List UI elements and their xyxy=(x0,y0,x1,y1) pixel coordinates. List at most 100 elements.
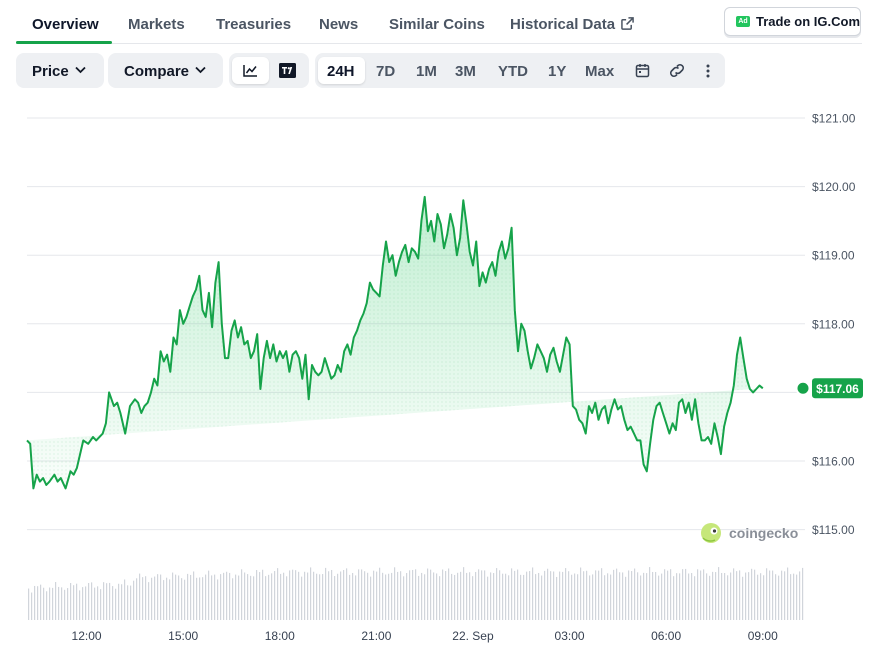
volume-bar xyxy=(325,567,327,620)
volume-bar xyxy=(310,567,312,620)
volume-bar xyxy=(307,572,309,620)
y-tick-label: $115.00 xyxy=(812,523,855,537)
calendar-icon[interactable] xyxy=(635,63,650,78)
volume-bar xyxy=(622,572,624,620)
volume-bar xyxy=(52,587,54,620)
current-price-badge xyxy=(812,378,863,399)
range-1y-button[interactable]: 1Y xyxy=(548,63,566,80)
volume-bar xyxy=(775,574,777,620)
volume-bar xyxy=(601,568,603,620)
volume-bar xyxy=(679,573,681,620)
tab-historical-data-label: Historical Data xyxy=(510,16,616,33)
volume-bar xyxy=(382,572,384,620)
tab-similar-coins[interactable]: Similar Coins xyxy=(389,16,485,33)
chevron-down-icon xyxy=(195,66,206,74)
chart-type-toggle xyxy=(229,53,309,88)
range-max-button[interactable]: Max xyxy=(585,63,614,80)
volume-bar xyxy=(433,572,435,620)
volume-bar xyxy=(574,573,576,620)
volume-bar xyxy=(64,589,66,620)
price-area-texture xyxy=(27,196,763,489)
volume-bar xyxy=(28,588,30,620)
compare-dropdown[interactable]: Compare xyxy=(108,53,223,88)
tab-markets[interactable]: Markets xyxy=(128,16,185,33)
range-3m-button[interactable]: 3M xyxy=(455,63,476,80)
volume-bar xyxy=(787,567,789,620)
volume-bar xyxy=(178,575,180,620)
volume-bar xyxy=(34,585,36,620)
volume-bar xyxy=(769,570,771,620)
volume-bar xyxy=(253,576,255,620)
tradingview-button[interactable] xyxy=(271,57,306,84)
volume-bar xyxy=(448,568,450,620)
volume-bar xyxy=(637,572,639,620)
range-1m-button[interactable]: 1M xyxy=(416,63,437,80)
range-24h-button[interactable]: 24H xyxy=(327,63,355,80)
tab-historical-data[interactable]: Historical Data xyxy=(510,16,634,33)
volume-bar xyxy=(733,568,735,620)
volume-bar xyxy=(442,569,444,620)
trade-on-ig-button[interactable]: Ad Trade on IG.Com xyxy=(724,7,861,36)
volume-bar xyxy=(517,569,519,620)
price-dropdown[interactable]: Price xyxy=(16,53,104,88)
volume-bar xyxy=(598,570,600,620)
volume-bar xyxy=(589,575,591,620)
price-chart[interactable]: $121.00 $120.00 $119.00 $118.00 $117.00 $116.… xyxy=(0,0,873,647)
volume-bar xyxy=(799,571,801,620)
volume-bar xyxy=(292,569,294,620)
volume-bar xyxy=(481,570,483,620)
volume-bar xyxy=(217,579,219,620)
volume-bar xyxy=(205,574,207,620)
volume-bar xyxy=(721,572,723,620)
line-chart-icon xyxy=(243,65,257,77)
volume-bar xyxy=(496,568,498,620)
volume-bar xyxy=(277,568,279,620)
more-vertical-icon[interactable] xyxy=(706,64,710,78)
range-ytd-button[interactable]: YTD xyxy=(498,63,528,80)
active-tab-indicator xyxy=(16,41,112,44)
volume-bar xyxy=(388,573,390,620)
volume-bar xyxy=(430,569,432,620)
tab-treasuries[interactable]: Treasuries xyxy=(216,16,291,33)
volume-bar xyxy=(67,588,69,620)
volume-bar xyxy=(82,587,84,620)
volume-bar xyxy=(424,574,426,620)
current-price-label: $117.06 xyxy=(816,382,859,396)
y-tick-label: $119.00 xyxy=(812,249,855,263)
volume-bar xyxy=(457,572,459,620)
volume-bar xyxy=(649,567,651,620)
volume-bar xyxy=(616,568,618,620)
tab-news[interactable]: News xyxy=(319,16,358,33)
volume-bar xyxy=(802,567,804,620)
volume-bar xyxy=(706,573,708,620)
range-7d-button[interactable]: 7D xyxy=(376,63,395,80)
volume-bar xyxy=(694,576,696,620)
volume-bar xyxy=(661,573,663,620)
volume-bar xyxy=(760,573,762,620)
volume-bar xyxy=(76,583,78,620)
volume-bar xyxy=(718,567,720,620)
y-tick-label: $116.00 xyxy=(812,455,855,469)
line-chart-button[interactable] xyxy=(232,57,269,84)
volume-bar xyxy=(385,574,387,620)
volume-bar xyxy=(634,568,636,620)
volume-bar xyxy=(673,576,675,620)
link-icon[interactable] xyxy=(668,63,686,78)
volume-bar xyxy=(451,573,453,620)
volume-bar xyxy=(157,574,159,620)
volume-bar xyxy=(754,569,756,620)
volume-bar xyxy=(685,568,687,620)
volume-bar xyxy=(223,572,225,620)
volume-bar xyxy=(595,570,597,620)
volume-bar xyxy=(97,586,99,620)
price-line xyxy=(26,195,764,490)
volume-bar xyxy=(466,572,468,620)
tab-overview[interactable]: Overview xyxy=(32,16,99,33)
external-link-icon xyxy=(621,17,634,30)
volume-bar xyxy=(265,576,267,620)
volume-bar xyxy=(175,574,177,620)
volume-bar xyxy=(163,580,165,620)
volume-bar xyxy=(331,569,333,620)
volume-bar xyxy=(58,586,60,620)
volume-bar xyxy=(724,572,726,620)
